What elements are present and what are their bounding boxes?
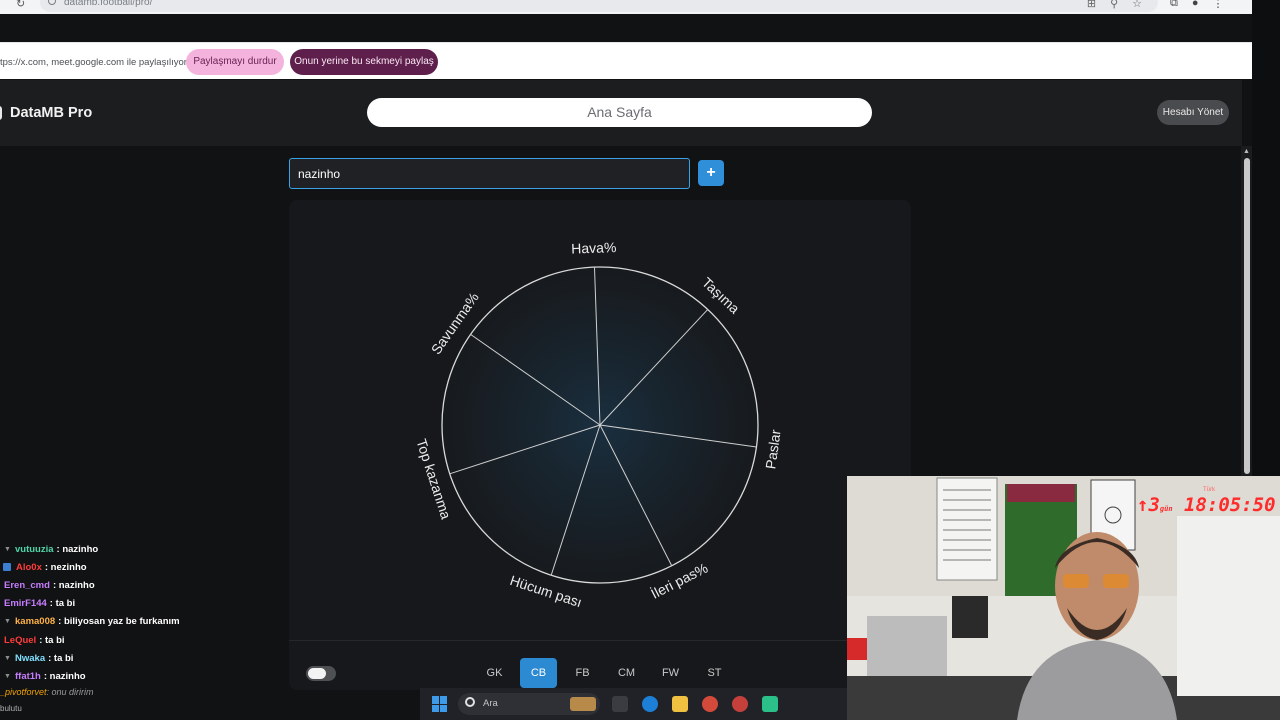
chat-line: ▼ vutuuzia: nazinho [0,540,280,558]
chat-username[interactable]: kama008 [15,616,55,627]
page-scrollbar[interactable]: ▲ [1241,146,1252,480]
chat-message: : ta bi [48,652,74,664]
profile-icon[interactable]: ● [1192,0,1199,10]
browser-actions: ⧉ ● ⋮ [1170,0,1224,10]
chat-message: : nazinho [43,670,86,682]
position-tab-fb[interactable]: FB [564,658,601,688]
chat-message: : nazinho [56,543,99,555]
player-search-input[interactable] [289,158,690,189]
file-explorer-icon[interactable] [672,696,688,712]
chat-line: ▼ Nwaka: ta bi [0,649,280,667]
search-highlight-icon [570,697,596,711]
task-view-icon[interactable] [612,696,628,712]
chat-message: : nazinho [52,579,95,591]
radar-axis-label: Hava% [571,239,617,257]
share-this-tab-button[interactable]: Onun yerine bu sekmeyi paylaş [290,49,438,75]
chat-username[interactable]: vutuuzia [15,544,54,555]
chat-username[interactable]: ffat1h [15,671,41,682]
position-tab-cm[interactable]: CM [608,658,645,688]
address-bar[interactable]: datamb.football/pro/ [40,0,1158,12]
chat-username: _pivotforvet [0,687,47,697]
position-tab-fw[interactable]: FW [652,658,689,688]
timer-time: 18:05:50 [1184,494,1276,516]
chat-line: Alo0x: nezinho [0,558,280,576]
position-tab-gk[interactable]: GK [476,658,513,688]
menu-icon[interactable]: ⋮ [1213,0,1224,10]
chat-message: : nezinho [44,561,87,573]
sharing-status-text: tps://x.com, meet.google.com ile paylaşı… [0,57,187,68]
translate-icon[interactable]: ⊞ [1087,0,1096,10]
timer-days: 3 [1148,494,1160,516]
windows-start-icon[interactable] [432,696,448,712]
chat-message: : onu diririm [46,687,94,697]
chat-message: : biliyosan yaz be furkanım [58,616,180,628]
address-url: datamb.football/pro/ [64,0,153,8]
browser-toolbar: ↻ datamb.football/pro/ ⊞ ⚲ ☆ ⧉ ● ⋮ [0,0,1252,14]
windows-taskbar: Ara [420,688,850,720]
app-icon[interactable] [762,696,778,712]
search-icon [465,697,475,707]
tab-sharing-bar: tps://x.com, meet.google.com ile paylaşı… [0,42,1252,79]
address-bar-actions: ⊞ ⚲ ☆ [1087,0,1142,10]
scrollbar-thumb[interactable] [1244,158,1250,474]
radar-axis-label: Paslar [762,428,783,470]
radar-chart-card: Hava% Taşıma Paslar İleri pas% Hücum pası Top… [289,200,911,690]
toggle-knob [308,668,326,679]
chat-username[interactable]: Alo0x [16,562,42,573]
chat-line: Eren_cmd: nazinho [0,576,280,594]
scroll-up-icon[interactable]: ▲ [1243,148,1250,155]
stream-chat-overlay: ▼ vutuuzia: nazinho Alo0x: nezinho Eren_cmd… [0,540,280,686]
taskbar-search[interactable]: Ara [458,693,600,715]
chat-badge-icon: ▼ [4,618,11,626]
compare-toggle[interactable] [306,666,336,681]
stop-sharing-button[interactable]: Paylaşmayı durdur [186,49,284,75]
app-header: DataMB Pro Ana Sayfa Hesabı Yönet [0,80,1242,146]
timer-label: Türk [1203,487,1215,493]
chrome-profile-icon[interactable] [732,696,748,712]
reload-icon[interactable]: ↻ [16,0,25,10]
brand-title[interactable]: DataMB Pro [10,105,92,121]
chat-badge-icon: ▼ [4,654,11,662]
position-tab-st[interactable]: ST [696,658,733,688]
chat-username[interactable]: Nwaka [15,653,45,664]
site-info-icon[interactable] [48,0,56,5]
position-tab-cb[interactable]: CB [520,658,557,688]
edge-browser-icon[interactable] [642,696,658,712]
brand-logo-icon [0,106,2,120]
chat-message: : ta bi [49,598,76,610]
chat-badge-icon: ▼ [4,672,11,680]
chat-line: EmirF144: ta bi [0,595,280,613]
chat-username[interactable]: LeQuel [4,635,36,646]
zoom-icon[interactable]: ⚲ [1110,0,1118,10]
chat-username[interactable]: EmirF144 [4,598,47,609]
taskbar-search-placeholder: Ara [483,698,498,709]
timer-day-label: gün [1159,505,1173,513]
manage-account-button[interactable]: Hesabı Yönet [1157,100,1229,125]
add-player-button[interactable]: + [698,160,724,186]
extensions-icon[interactable]: ⧉ [1170,0,1178,10]
position-tabs: GK CB FB CM FW ST [476,658,733,688]
timer-arrow-icon: ↑ [1137,494,1149,516]
chat-badge-icon: ▼ [4,545,11,553]
chat-line: ▼ ffat1h: nazinho [0,667,280,685]
chrome-icon[interactable] [702,696,718,712]
chat-line-partial-2: bulutu [0,704,22,713]
chat-line-partial: _pivotforvet: onu diririm [0,687,94,697]
chat-line: ▼ kama008: biliyosan yaz be furkanım [0,613,280,631]
radar-chart: Hava%TaşımaPaslarİleri pas%Hücum pasıTop… [413,239,783,610]
chat-line: LeQuel: ta bi [0,631,280,649]
screen-edge [1252,0,1280,480]
stream-timer: ↑3gün 18:05:50 [1137,494,1276,516]
chat-username[interactable]: Eren_cmd [4,580,50,591]
chat-badge-icon [3,563,11,572]
home-button[interactable]: Ana Sayfa [367,98,872,127]
bookmark-star-icon[interactable]: ☆ [1132,0,1142,10]
chat-message: : ta bi [39,634,65,646]
